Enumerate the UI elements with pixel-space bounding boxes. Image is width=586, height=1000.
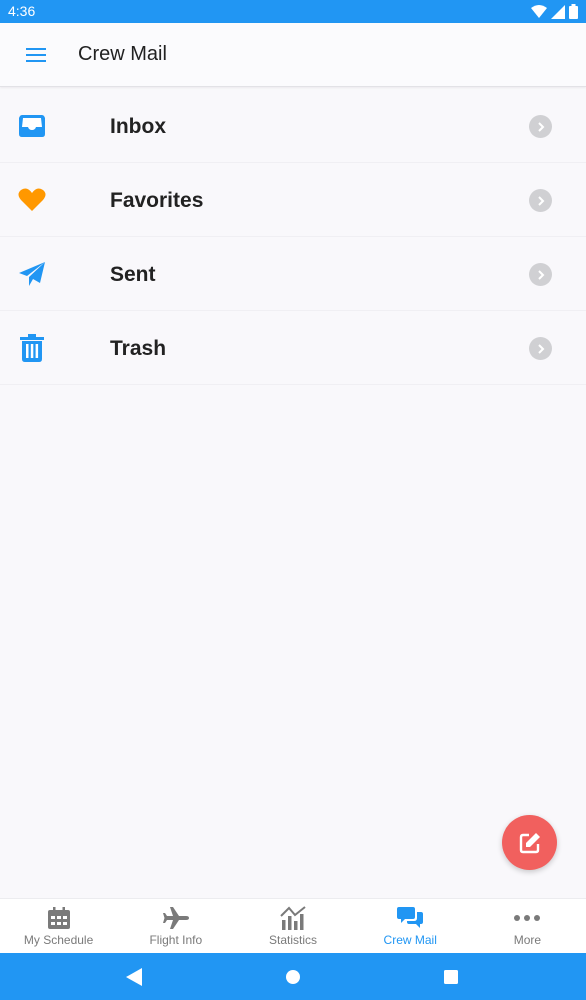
back-button[interactable] [124,967,144,987]
nav-item-more[interactable]: More [469,899,586,953]
airplane-icon [162,905,189,931]
compose-icon [519,832,540,853]
nav-label: Crew Mail [383,933,437,947]
hamburger-icon [26,48,46,62]
chat-icon [397,905,424,931]
menu-button[interactable] [20,39,52,71]
trash-icon [16,333,48,363]
recents-square-icon [444,970,458,984]
chevron-right-icon [529,115,552,138]
battery-icon [569,4,578,19]
page-title: Crew Mail [78,43,167,65]
chevron-right-icon [529,263,552,286]
folder-label: Trash [110,337,167,360]
bottom-nav: My Schedule Flight Info Statistics Crew … [0,898,586,953]
chevron-right-icon [529,189,552,212]
nav-label: My Schedule [23,933,94,947]
nav-label: More [513,933,542,947]
status-icons [531,4,578,19]
folder-list: Inbox Favorites Sent Trash [0,89,586,385]
home-button[interactable] [283,967,303,987]
folder-label: Favorites [110,189,204,212]
more-icon [514,905,541,931]
chevron-right-icon [529,337,552,360]
chart-icon [280,905,306,931]
paper-plane-icon [16,259,48,289]
calendar-icon [46,905,72,931]
folder-label: Inbox [110,115,166,138]
folder-item-sent[interactable]: Sent [0,237,586,311]
folder-item-trash[interactable]: Trash [0,311,586,385]
heart-icon [16,185,48,215]
inbox-icon [16,111,48,141]
status-time: 4:36 [8,3,36,19]
nav-label: Flight Info [149,933,203,947]
nav-item-my-schedule[interactable]: My Schedule [0,899,117,953]
nav-item-statistics[interactable]: Statistics [234,899,351,953]
back-triangle-icon [126,968,142,986]
wifi-icon [531,4,547,18]
recents-button[interactable] [441,967,461,987]
folder-label: Sent [110,263,156,286]
system-nav-bar [0,953,586,1000]
nav-label: Statistics [269,933,318,947]
compose-button[interactable] [502,815,557,870]
nav-item-crew-mail[interactable]: Crew Mail [352,899,469,953]
folder-item-inbox[interactable]: Inbox [0,89,586,163]
home-circle-icon [286,970,300,984]
status-bar: 4:36 [0,0,586,23]
signal-icon [551,4,565,19]
nav-item-flight-info[interactable]: Flight Info [117,899,234,953]
folder-item-favorites[interactable]: Favorites [0,163,586,237]
app-bar: Crew Mail [0,23,586,87]
